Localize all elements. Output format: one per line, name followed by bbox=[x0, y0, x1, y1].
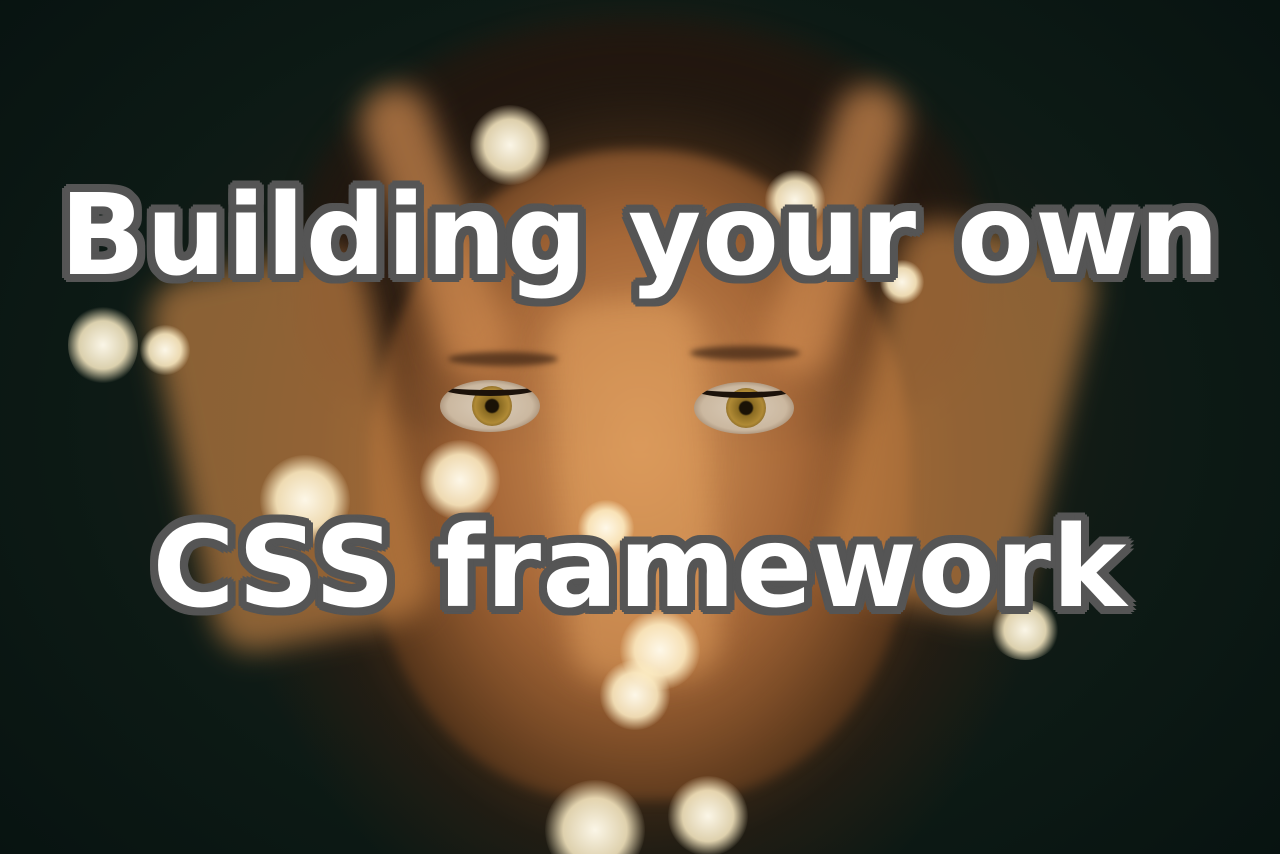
left-eyebrow bbox=[448, 352, 558, 366]
bokeh-light bbox=[140, 325, 190, 375]
right-eyelash bbox=[694, 382, 794, 398]
right-eye bbox=[694, 382, 794, 434]
left-eyelash bbox=[440, 380, 540, 396]
right-eyebrow bbox=[690, 346, 800, 360]
hero-image: Building your own CSS framework bbox=[0, 0, 1280, 854]
headline-line-2: CSS framework bbox=[152, 503, 1128, 633]
left-eye bbox=[440, 380, 540, 432]
bokeh-light bbox=[668, 776, 748, 854]
bokeh-light bbox=[600, 660, 670, 730]
headline-line-1: Building your own bbox=[59, 171, 1221, 301]
bokeh-light bbox=[68, 305, 138, 385]
